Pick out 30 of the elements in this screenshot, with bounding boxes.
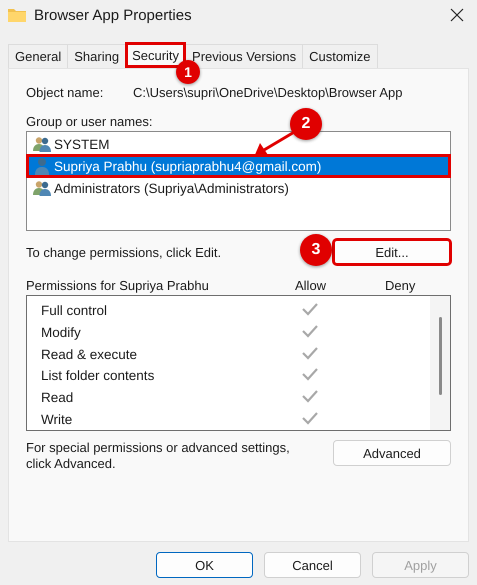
permission-name: Read & execute — [41, 346, 138, 362]
advanced-hint: For special permissions or advanced settings, click Advanced. — [26, 440, 291, 472]
permission-name: List folder contents — [41, 368, 156, 384]
folder-icon — [8, 8, 26, 22]
section-label: Group or user names: — [26, 113, 152, 131]
user-list-item[interactable]: Supriya Prabhu (supriaprabhu4@gmail.com) — [27, 155, 450, 177]
edit-hint: To change permissions, click Edit. — [26, 244, 222, 260]
advanced-button[interactable]: Advanced — [333, 440, 451, 466]
user-icon — [33, 157, 51, 175]
user-list-item[interactable]: Administrators (Supriya\Administrators) — [27, 177, 450, 199]
users-icon — [33, 136, 51, 152]
dialog-button[interactable]: Cancel — [264, 552, 361, 578]
column-header: Allow — [295, 277, 328, 295]
tab[interactable]: Security — [125, 42, 186, 68]
permission-name: Modify — [41, 325, 82, 340]
tab[interactable]: General — [8, 44, 68, 68]
permission-name: Full control — [41, 303, 108, 318]
object-path: C:\Users\supri\OneDrive\Desktop\Browser App — [133, 84, 402, 100]
column-header: Deny — [385, 277, 416, 295]
object-name-label: Object name: — [26, 84, 104, 100]
permissions-title: Permissions for Supriya Prabhu — [26, 277, 210, 295]
dialog-button[interactable]: OK — [156, 552, 253, 578]
tab[interactable]: Customize — [302, 44, 378, 68]
permission-name: Write — [41, 412, 74, 427]
edit-button[interactable]: Edit... — [333, 239, 451, 265]
scrollbar[interactable] — [430, 296, 450, 430]
window-title: Browser App Properties — [34, 6, 193, 24]
permission-name: Read — [41, 390, 74, 406]
users-icon — [33, 180, 51, 196]
close-icon — [450, 8, 464, 22]
